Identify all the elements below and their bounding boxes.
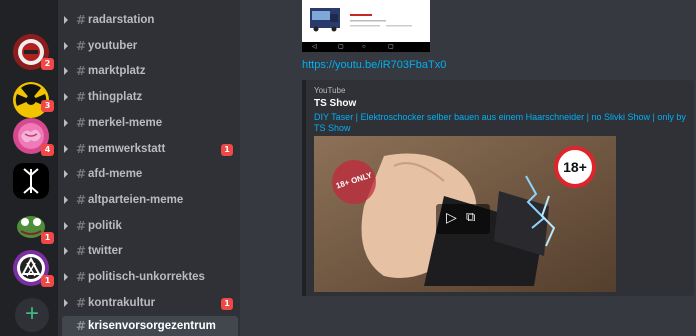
channel-label: krisenvorsorgezentrum [88,320,216,332]
open-external-icon[interactable]: ⧉ [466,210,475,226]
unread-badge: 1 [221,144,233,156]
embed-provider[interactable]: YouTube [314,86,345,95]
caret-right-icon [64,93,68,101]
server-list: 2 3 4 1 1 + [0,0,58,336]
hash-icon: # [76,90,87,104]
channel-politik[interactable]: # politik [62,216,238,238]
channel-label: youtuber [88,40,138,52]
unread-badge: 1 [221,298,233,310]
caret-right-icon [64,273,68,281]
channel-label: merkel-meme [88,117,163,129]
youtube-embed: YouTube TS Show DIY Taser | Elektroschoc… [302,80,694,296]
channel-label: memwerkstatt [88,143,166,155]
channel-list: # radarstation # youtuber # marktplatz #… [58,0,240,336]
caret-right-icon [64,299,68,307]
channel-label: politik [88,220,122,232]
play-icon[interactable]: ▷ [446,210,457,226]
recent-icon: ▢ [388,44,394,50]
hash-icon: # [76,39,87,53]
add-server-button[interactable]: + [15,298,49,332]
channel-marktplatz[interactable]: # marktplatz [62,61,238,83]
caret-right-icon [64,222,68,230]
server-badge-2: 3 [41,100,54,112]
channel-twitter[interactable]: # twitter [62,241,238,263]
server-icon-4[interactable] [13,163,49,199]
hash-icon: # [76,319,87,333]
channel-krisenvorsorgezentrum[interactable]: # krisenvorsorgezentrum [62,316,238,336]
channel-label: thingplatz [88,91,143,103]
hash-icon: # [76,193,87,207]
video-thumbnail[interactable]: 18+ ONLY 18+ ▷ ⧉ [314,136,616,292]
caret-right-icon [64,196,68,204]
home-icon: ○ [362,44,366,50]
channel-politisch-unkorrektes[interactable]: # politisch-unkorrektes [62,267,238,289]
attached-screenshot[interactable]: ◁ ▢ ○ ▢ [302,0,430,52]
caret-right-icon [64,247,68,255]
server-badge-3: 4 [41,144,54,156]
hash-icon: # [76,142,87,156]
channel-altparteien-meme[interactable]: # altparteien-meme [62,190,238,212]
rune-icon [13,163,49,199]
caret-right-icon [64,16,68,24]
channel-label: marktplatz [88,65,146,77]
hash-icon: # [76,13,87,27]
channel-label: afd-meme [88,168,143,180]
hash-icon: # [76,64,87,78]
channel-merkel-meme[interactable]: # merkel-meme [62,113,238,135]
video-controls: ▷ ⧉ [436,204,490,234]
plus-icon: + [24,300,39,327]
channel-kontrakultur[interactable]: # kontrakultur 1 [62,293,238,315]
channel-label: altparteien-meme [88,194,184,206]
channel-label: radarstation [88,14,155,26]
phone-nav-bar: ◁ ▢ ○ ▢ [302,42,430,52]
embed-title[interactable]: DIY Taser | Elektroschocker selber bauen… [314,112,692,134]
channel-afd-meme[interactable]: # afd-meme [62,164,238,186]
hash-icon: # [76,270,87,284]
channel-youtuber[interactable]: # youtuber [62,36,238,58]
hash-icon: # [76,219,87,233]
channel-radarstation[interactable]: # radarstation [62,10,238,32]
channel-label: twitter [88,245,123,257]
caret-right-icon [64,67,68,75]
caret-right-icon [64,119,68,127]
message-area: ◁ ▢ ○ ▢ https://youtu.be/iR703FbaTx0 You… [240,0,696,336]
server-badge-5: 1 [41,232,54,244]
channel-thingplatz[interactable]: # thingplatz [62,87,238,109]
menu-icon: ▢ [338,44,344,50]
hash-icon: # [76,116,87,130]
caret-right-icon [64,42,68,50]
channel-memwerkstatt[interactable]: # memwerkstatt 1 [62,139,238,161]
channel-label: kontrakultur [88,297,156,309]
channel-label: politisch-unkorrektes [88,271,205,283]
server-badge-1: 2 [41,58,54,70]
caret-right-icon [64,145,68,153]
age-rating-badge: 18+ [554,146,596,188]
message-link[interactable]: https://youtu.be/iR703FbaTx0 [302,59,446,71]
server-badge-6: 1 [41,275,54,287]
back-icon: ◁ [312,44,317,50]
hash-icon: # [76,244,87,258]
caret-right-icon [64,170,68,178]
hash-icon: # [76,296,87,310]
embed-author[interactable]: TS Show [314,98,356,109]
hash-icon: # [76,167,87,181]
